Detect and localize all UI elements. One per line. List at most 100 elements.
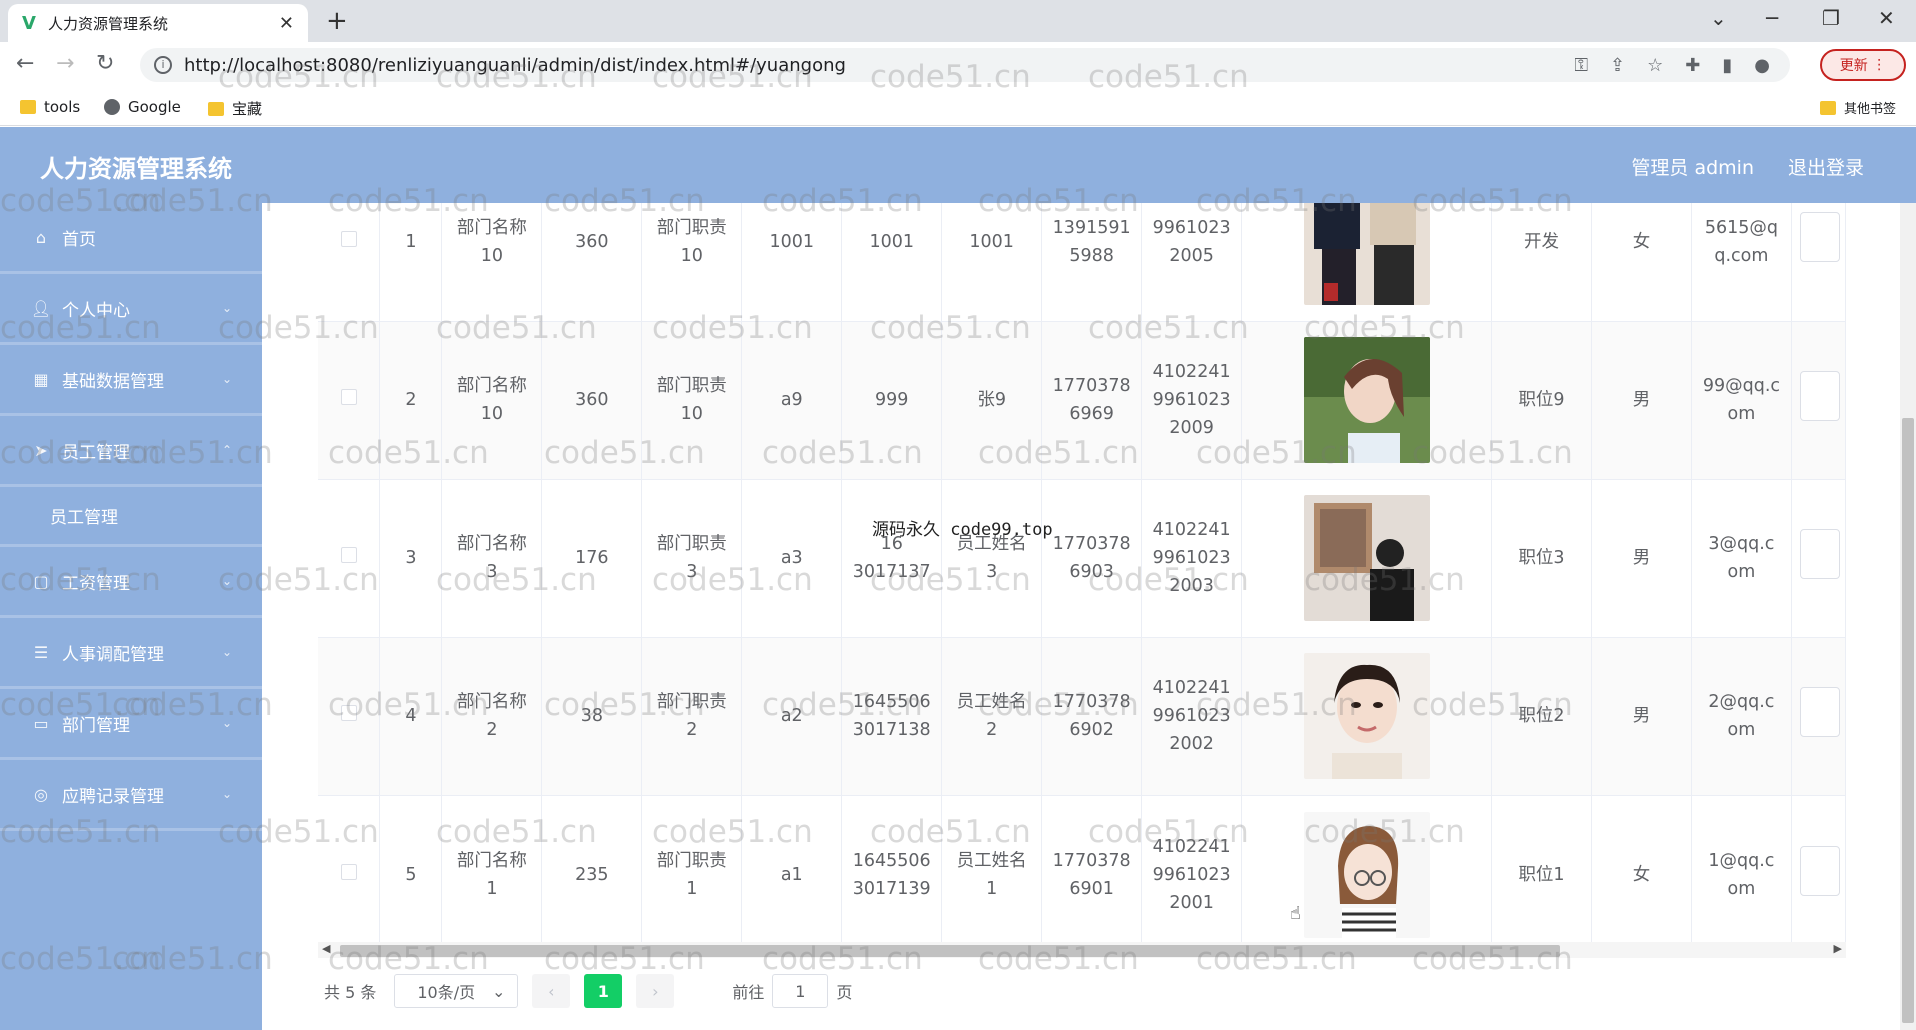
- cell-dept-duty: 部门职责 10: [641, 321, 743, 480]
- sidebar-subitem-employee-management[interactable]: 员工管理: [0, 487, 262, 547]
- cell-gender: 男: [1591, 321, 1692, 480]
- cell-photo: [1241, 795, 1493, 955]
- row-checkbox[interactable]: [340, 864, 357, 880]
- employee-photo: [1303, 337, 1430, 463]
- sidebar-item-base-data[interactable]: ▦ 基础数据管理 ⌄: [0, 345, 262, 416]
- cell-v1: 176: [541, 479, 643, 638]
- horizontal-scroll-thumb[interactable]: [340, 945, 1560, 957]
- sidebar-item-personnel-transfer[interactable]: ☰ 人事调配管理 ⌄: [0, 618, 262, 689]
- cell-dept-duty: 部门职责 3: [641, 479, 743, 638]
- row-checkbox[interactable]: [340, 230, 357, 247]
- horizontal-scrollbar[interactable]: ◀ ▶: [318, 942, 1846, 958]
- forward-icon[interactable]: →: [56, 51, 74, 76]
- chevron-up-icon: ⌃: [221, 443, 232, 457]
- url-field[interactable]: i http://localhost:8080/renliziyuanguanl…: [140, 48, 1790, 82]
- page-number-current[interactable]: 1: [584, 974, 623, 1008]
- bookmark-baozang[interactable]: 宝藏: [208, 98, 262, 119]
- goto-page-input[interactable]: 1: [772, 974, 829, 1008]
- browser-tab[interactable]: V 人力资源管理系统 ✕: [8, 4, 308, 42]
- vertical-scrollbar[interactable]: [1900, 203, 1916, 1030]
- row-checkbox-cell[interactable]: [318, 795, 381, 955]
- scroll-left-icon[interactable]: ◀: [322, 942, 330, 955]
- update-button[interactable]: 更新 ⋮: [1820, 49, 1906, 81]
- next-page-button[interactable]: ›: [636, 974, 675, 1008]
- restore-icon[interactable]: ❐: [1822, 6, 1840, 30]
- row-checkbox-cell[interactable]: [318, 637, 381, 796]
- cell-phone: 1770378 6969: [1041, 321, 1143, 480]
- table-row: 1 部门名称 10 360 部门职责 10 1001 1001 1001 1391591 59…: [318, 203, 1846, 322]
- employee-photo: [1303, 812, 1430, 938]
- table-row: 4 部门名称 2 38 部门职责 2 a2 1645506 3017138 员工姓名 2 17…: [318, 637, 1846, 796]
- cell-v1: 360: [541, 321, 643, 480]
- row-checkbox-cell[interactable]: [318, 203, 381, 322]
- site-info-icon[interactable]: i: [154, 56, 172, 74]
- cell-emp-name: 1001: [941, 203, 1043, 322]
- minimize-icon[interactable]: ─: [1766, 6, 1778, 30]
- cell-email: 3@qq.c om: [1691, 479, 1792, 638]
- new-tab-icon[interactable]: +: [326, 6, 348, 36]
- row-checkbox[interactable]: [340, 705, 357, 721]
- star-icon[interactable]: ☆: [1647, 55, 1663, 76]
- scroll-right-icon[interactable]: ▶: [1834, 942, 1842, 955]
- cell-emp-name: 员工姓名 2: [941, 637, 1043, 796]
- share-icon[interactable]: ⇪: [1610, 55, 1625, 76]
- row-action-button[interactable]: [1799, 528, 1840, 579]
- extensions-icon[interactable]: ✚: [1685, 55, 1700, 76]
- employee-photo: [1303, 203, 1430, 305]
- bookmark-tools[interactable]: tools: [20, 98, 80, 116]
- cell-dept-duty: 部门职责 2: [641, 637, 743, 796]
- folder-icon: [20, 100, 36, 114]
- bookmark-other[interactable]: 其他书签: [1820, 98, 1896, 117]
- overlay-watermark-text: 源码永久 code99.top: [872, 520, 1053, 540]
- total-count: 共 5 条: [324, 983, 377, 1002]
- row-action-button[interactable]: [1799, 212, 1840, 263]
- document-icon: ▢: [33, 571, 49, 591]
- row-checkbox[interactable]: [340, 547, 357, 563]
- sidebar-item-salary[interactable]: ▢ 工资管理 ⌄: [0, 547, 262, 618]
- close-window-icon[interactable]: ✕: [1878, 6, 1895, 30]
- cell-phone: 1770378 6902: [1041, 637, 1143, 796]
- logout-link[interactable]: 退出登录: [1788, 153, 1864, 180]
- back-icon[interactable]: ←: [16, 51, 34, 76]
- row-checkbox-cell[interactable]: [318, 479, 381, 638]
- cell-dept-name: 部门名称 10: [441, 321, 543, 480]
- cell-index: 1: [379, 203, 443, 322]
- sidebar-item-department[interactable]: ▭ 部门管理 ⌄: [0, 689, 262, 760]
- tab-search-chevron-icon[interactable]: ⌄: [1710, 6, 1727, 30]
- sidebar-item-application-records[interactable]: ◎ 应聘记录管理 ⌄: [0, 760, 262, 831]
- cell-position: 开发: [1491, 203, 1592, 322]
- sidebar-item-home[interactable]: ⌂ 首页: [0, 203, 262, 274]
- prev-page-button[interactable]: ‹: [532, 974, 571, 1008]
- globe-icon: [104, 99, 120, 115]
- page-size-select[interactable]: 10条/页 ⌄: [394, 974, 519, 1008]
- cell-index: 5: [379, 795, 443, 955]
- employee-photo: [1303, 495, 1430, 621]
- cell-dept-name: 部门名称 10: [441, 203, 543, 322]
- folder-icon: [208, 101, 224, 116]
- key-icon[interactable]: ⚿: [1574, 55, 1588, 76]
- row-checkbox-cell[interactable]: [318, 321, 381, 480]
- cell-account: a2: [741, 637, 843, 796]
- cell-phone: 1770378 6903: [1041, 479, 1143, 638]
- cell-account: 1001: [741, 203, 843, 322]
- cursor-hand-icon: ☝: [1290, 903, 1301, 924]
- sidebar-item-employee-management[interactable]: ➤ 员工管理 ⌃: [0, 416, 262, 487]
- cell-email: 99@qq.c om: [1691, 321, 1792, 480]
- bookmark-google[interactable]: Google: [104, 98, 181, 116]
- cell-phone: 1391591 5988: [1041, 203, 1143, 322]
- reload-icon[interactable]: ↻: [96, 51, 114, 76]
- cell-emp-name: 员工姓名 3: [941, 479, 1043, 638]
- sidepanel-icon[interactable]: ▮: [1722, 55, 1732, 76]
- profile-icon[interactable]: ●: [1754, 55, 1770, 76]
- chevron-down-icon: ⌄: [221, 645, 232, 659]
- row-action-button[interactable]: [1799, 686, 1840, 737]
- row-checkbox[interactable]: [340, 389, 357, 405]
- cell-dept-name: 部门名称 2: [441, 637, 543, 796]
- cell-dept-name: 部门名称 1: [441, 795, 543, 955]
- close-tab-icon[interactable]: ✕: [279, 13, 294, 34]
- row-action-button[interactable]: [1799, 845, 1840, 896]
- vertical-scroll-thumb[interactable]: [1902, 418, 1914, 1023]
- sidebar-item-personal-center[interactable]: 👤︎ 个人中心 ⌄: [0, 274, 262, 345]
- cell-actions: [1791, 637, 1846, 796]
- row-action-button[interactable]: [1799, 370, 1840, 421]
